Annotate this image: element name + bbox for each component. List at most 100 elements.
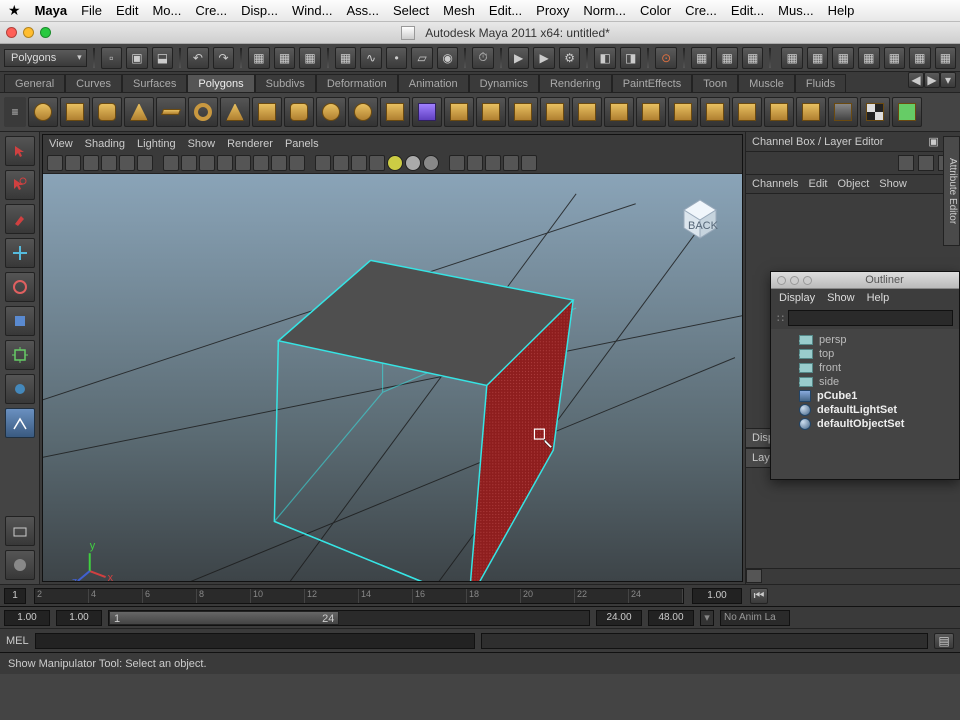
close-icon[interactable] xyxy=(6,27,17,38)
open-scene-icon[interactable]: ▣ xyxy=(126,47,148,69)
poly-pipe-icon[interactable] xyxy=(284,97,314,127)
outliner-menu-display[interactable]: Display xyxy=(779,292,815,304)
vp-icon[interactable] xyxy=(503,155,519,171)
select-hierarchy-icon[interactable]: ▦ xyxy=(248,47,270,69)
shelf-tab-toon[interactable]: Toon xyxy=(692,74,738,92)
toggle-icon[interactable]: ◨ xyxy=(620,47,642,69)
vp-menu-panels[interactable]: Panels xyxy=(285,138,319,150)
mac-menu-item[interactable]: Cre... xyxy=(685,3,717,18)
vp-icon[interactable] xyxy=(119,155,135,171)
window-titlebar[interactable]: Autodesk Maya 2011 x64: untitled* xyxy=(0,22,960,44)
render-settings-icon[interactable]: ⚙ xyxy=(559,47,581,69)
vp-menu-show[interactable]: Show xyxy=(188,138,216,150)
poly-tool-icon[interactable] xyxy=(508,97,538,127)
poly-cone-icon[interactable] xyxy=(124,97,154,127)
mac-menu-item[interactable]: Disp... xyxy=(241,3,278,18)
vp-icon[interactable] xyxy=(47,155,63,171)
cb-menu-edit[interactable]: Edit xyxy=(808,178,827,190)
xray-icon[interactable]: ▦ xyxy=(742,47,764,69)
mac-app-name[interactable]: Maya xyxy=(35,3,68,18)
shelf-tab-surfaces[interactable]: Surfaces xyxy=(122,74,187,92)
time-ticks[interactable]: 2 4 6 8 10 12 14 16 18 20 22 24 xyxy=(34,588,684,604)
universal-manip-tool[interactable] xyxy=(5,340,35,370)
poly-tool-icon[interactable] xyxy=(604,97,634,127)
go-to-start-icon[interactable]: ⏮ xyxy=(750,588,768,604)
minimize-icon[interactable] xyxy=(23,27,34,38)
shelf-tab-general[interactable]: General xyxy=(4,74,65,92)
poly-tool-icon[interactable] xyxy=(860,97,890,127)
apple-icon[interactable]: ★ xyxy=(8,2,21,19)
anim-end-input[interactable] xyxy=(596,610,642,626)
poly-tool-icon[interactable] xyxy=(540,97,570,127)
anim-start-input[interactable] xyxy=(56,610,102,626)
cb-menu-channels[interactable]: Channels xyxy=(752,178,798,190)
snap-curve-icon[interactable]: ∿ xyxy=(360,47,382,69)
shelf-scroll-right-icon[interactable]: ▶ xyxy=(924,72,940,88)
mac-menu-item[interactable]: Ass... xyxy=(346,3,379,18)
script-editor-icon[interactable]: ▤ xyxy=(934,633,954,649)
outliner-item-defaultlightset[interactable]: defaultLightSet xyxy=(771,403,959,417)
vp-icon[interactable] xyxy=(217,155,233,171)
outliner-item-pcube1[interactable]: pCube1 xyxy=(771,389,959,403)
vp-icon[interactable] xyxy=(449,155,465,171)
outliner-menu-help[interactable]: Help xyxy=(867,292,890,304)
vp-menu-view[interactable]: View xyxy=(49,138,73,150)
layout-icon[interactable]: ▦ xyxy=(781,47,803,69)
mac-menu-item[interactable]: Mesh xyxy=(443,3,475,18)
poly-sphere-icon[interactable] xyxy=(28,97,58,127)
layout-icon[interactable]: ▦ xyxy=(858,47,880,69)
viewcube[interactable]: BACK xyxy=(672,188,728,244)
outliner-list[interactable]: persp top front side pCube1 defaultLight… xyxy=(771,329,959,479)
vp-icon[interactable] xyxy=(485,155,501,171)
select-component-icon[interactable]: ▦ xyxy=(299,47,321,69)
poly-cube-icon[interactable] xyxy=(60,97,90,127)
vp-icon[interactable] xyxy=(333,155,349,171)
cb-icon[interactable] xyxy=(898,155,914,171)
shelf-menu-icon[interactable]: ▾ xyxy=(940,72,956,88)
poly-tool-icon[interactable] xyxy=(668,97,698,127)
outliner-menu-show[interactable]: Show xyxy=(827,292,855,304)
four-view-layout[interactable] xyxy=(5,550,35,580)
range-slider[interactable]: 1 24 ▾ No Anim La xyxy=(0,606,960,628)
viewport-3d[interactable]: y x z BACK xyxy=(43,174,742,581)
mac-menu-item[interactable]: Wind... xyxy=(292,3,332,18)
lasso-tool[interactable] xyxy=(5,170,35,200)
xray-icon[interactable]: ▦ xyxy=(691,47,713,69)
snap-grid-icon[interactable]: ▦ xyxy=(335,47,357,69)
select-object-icon[interactable]: ▦ xyxy=(274,47,296,69)
vp-icon[interactable] xyxy=(351,155,367,171)
outliner-search-input[interactable] xyxy=(788,310,953,326)
vp-icon[interactable] xyxy=(467,155,483,171)
single-perspective-layout[interactable] xyxy=(5,516,35,546)
vp-icon[interactable] xyxy=(253,155,269,171)
ipr-render-icon[interactable]: ▶ xyxy=(533,47,555,69)
redo-icon[interactable]: ↷ xyxy=(213,47,235,69)
outliner-item-defaultobjectset[interactable]: defaultObjectSet xyxy=(771,417,959,431)
poly-helix-icon[interactable] xyxy=(316,97,346,127)
new-scene-icon[interactable]: ▫ xyxy=(101,47,123,69)
mac-menu-item[interactable]: Cre... xyxy=(195,3,227,18)
render-icon[interactable]: ▶ xyxy=(508,47,530,69)
range-menu-icon[interactable]: ▾ xyxy=(700,610,714,626)
shelf-scroll-left-icon[interactable]: ◀ xyxy=(908,72,924,88)
cb-menu-show[interactable]: Show xyxy=(879,178,907,190)
vp-icon[interactable] xyxy=(163,155,179,171)
shelf-tab-deformation[interactable]: Deformation xyxy=(316,74,398,92)
vp-light-icon[interactable] xyxy=(423,155,439,171)
poly-selected-tool-icon[interactable] xyxy=(412,97,442,127)
poly-tool-icon[interactable] xyxy=(764,97,794,127)
mac-menubar[interactable]: ★ Maya File Edit Mo... Cre... Disp... Wi… xyxy=(0,0,960,22)
poly-cylinder-icon[interactable] xyxy=(92,97,122,127)
vp-icon[interactable] xyxy=(315,155,331,171)
shelf-tab-rendering[interactable]: Rendering xyxy=(539,74,612,92)
vp-menu-renderer[interactable]: Renderer xyxy=(227,138,273,150)
cb-icon[interactable] xyxy=(918,155,934,171)
vp-icon[interactable] xyxy=(199,155,215,171)
select-tool[interactable] xyxy=(5,136,35,166)
command-line-input[interactable] xyxy=(35,633,475,649)
poly-pyramid-icon[interactable] xyxy=(252,97,282,127)
vp-icon[interactable] xyxy=(289,155,305,171)
history-icon[interactable]: ⏱ xyxy=(472,47,494,69)
range-start-input[interactable] xyxy=(4,610,50,626)
snap-plane-icon[interactable]: ▱ xyxy=(411,47,433,69)
